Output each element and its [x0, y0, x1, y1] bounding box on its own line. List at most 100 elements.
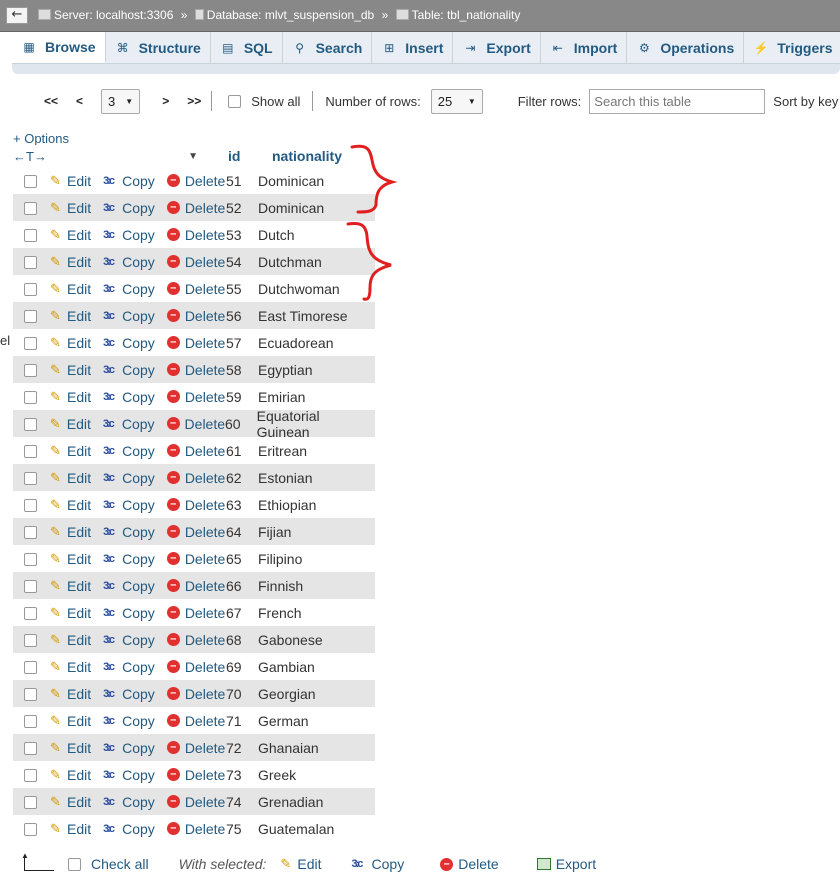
row-checkbox[interactable]: [24, 472, 37, 486]
edit-link[interactable]: Edit: [67, 335, 91, 351]
row-checkbox[interactable]: [24, 445, 37, 459]
copy-link[interactable]: Copy: [122, 362, 155, 378]
copy-link[interactable]: Copy: [122, 281, 155, 297]
bulk-edit-button[interactable]: Edit: [297, 856, 321, 872]
copy-link[interactable]: Copy: [122, 740, 155, 756]
delete-link[interactable]: Delete: [185, 497, 225, 513]
row-checkbox[interactable]: [24, 553, 37, 567]
delete-link[interactable]: Delete: [185, 551, 225, 567]
edit-link[interactable]: Edit: [67, 794, 91, 810]
copy-link[interactable]: Copy: [122, 470, 155, 486]
last-page-button[interactable]: >>: [187, 94, 201, 108]
edit-link[interactable]: Edit: [67, 632, 91, 648]
row-checkbox[interactable]: [24, 418, 37, 432]
edit-link[interactable]: Edit: [67, 821, 91, 837]
delete-link[interactable]: Delete: [185, 767, 225, 783]
next-page-button[interactable]: >: [162, 94, 169, 108]
copy-link[interactable]: Copy: [122, 821, 155, 837]
delete-link[interactable]: Delete: [185, 524, 225, 540]
edit-link[interactable]: Edit: [67, 254, 91, 270]
bulk-delete-button[interactable]: Delete: [458, 856, 498, 872]
delete-link[interactable]: Delete: [185, 254, 225, 270]
row-checkbox[interactable]: [24, 688, 37, 702]
copy-link[interactable]: Copy: [122, 173, 155, 189]
tab-operations[interactable]: ⚙ Operations: [627, 32, 745, 63]
edit-link[interactable]: Edit: [67, 659, 91, 675]
delete-link[interactable]: Delete: [185, 578, 225, 594]
chevron-down-icon[interactable]: ▼: [188, 151, 198, 162]
tab-search[interactable]: ⚲ Search: [283, 32, 373, 63]
edit-link[interactable]: Edit: [67, 740, 91, 756]
delete-link[interactable]: Delete: [185, 227, 225, 243]
edit-link[interactable]: Edit: [67, 308, 91, 324]
bulk-copy-button[interactable]: Copy: [372, 856, 405, 872]
copy-link[interactable]: Copy: [122, 308, 155, 324]
edit-link[interactable]: Edit: [67, 362, 91, 378]
row-checkbox[interactable]: [24, 769, 37, 783]
collapse-button[interactable]: ←: [6, 7, 28, 24]
copy-link[interactable]: Copy: [122, 443, 155, 459]
delete-link[interactable]: Delete: [185, 821, 225, 837]
row-checkbox[interactable]: [24, 310, 37, 324]
copy-link[interactable]: Copy: [122, 524, 155, 540]
check-all-checkbox[interactable]: [68, 857, 81, 871]
edit-link[interactable]: Edit: [67, 767, 91, 783]
delete-link[interactable]: Delete: [185, 173, 225, 189]
tab-browse[interactable]: ▦ Browse: [12, 32, 106, 63]
edit-link[interactable]: Edit: [67, 200, 91, 216]
row-checkbox[interactable]: [24, 607, 37, 621]
check-all-label[interactable]: Check all: [91, 856, 149, 872]
delete-link[interactable]: Delete: [185, 200, 225, 216]
delete-link[interactable]: Delete: [185, 794, 225, 810]
edit-link[interactable]: Edit: [67, 551, 91, 567]
delete-link[interactable]: Delete: [185, 713, 225, 729]
edit-link[interactable]: Edit: [67, 686, 91, 702]
edit-link[interactable]: Edit: [67, 497, 91, 513]
copy-link[interactable]: Copy: [122, 389, 155, 405]
show-all-checkbox[interactable]: [228, 94, 242, 108]
copy-link[interactable]: Copy: [122, 767, 155, 783]
delete-link[interactable]: Delete: [185, 362, 225, 378]
delete-link[interactable]: Delete: [185, 740, 225, 756]
delete-link[interactable]: Delete: [185, 659, 225, 675]
copy-link[interactable]: Copy: [122, 335, 155, 351]
edit-link[interactable]: Edit: [67, 227, 91, 243]
delete-link[interactable]: Delete: [185, 443, 225, 459]
bulk-export-button[interactable]: Export: [556, 856, 596, 872]
copy-link[interactable]: Copy: [122, 794, 155, 810]
delete-link[interactable]: Delete: [185, 281, 225, 297]
tab-import[interactable]: ⇤ Import: [541, 32, 628, 63]
row-checkbox[interactable]: [24, 391, 37, 405]
row-checkbox[interactable]: [24, 580, 37, 594]
tab-export[interactable]: ⇥ Export: [453, 32, 541, 63]
tab-insert[interactable]: ⊞ Insert: [372, 32, 454, 63]
page-select[interactable]: 3 ▼: [101, 88, 141, 114]
column-arrows-icon[interactable]: ←T→: [13, 149, 47, 164]
delete-link[interactable]: Delete: [185, 686, 225, 702]
tab-sql[interactable]: ▤ SQL: [211, 32, 283, 63]
row-checkbox[interactable]: [24, 634, 37, 648]
edit-link[interactable]: Edit: [67, 713, 91, 729]
breadcrumb-table[interactable]: Table: tbl_nationality: [412, 8, 521, 22]
row-checkbox[interactable]: [24, 715, 37, 729]
column-header-id[interactable]: id: [208, 148, 262, 164]
delete-link[interactable]: Delete: [185, 335, 225, 351]
edit-link[interactable]: Edit: [67, 416, 91, 432]
copy-link[interactable]: Copy: [122, 416, 155, 432]
edit-link[interactable]: Edit: [67, 470, 91, 486]
row-checkbox[interactable]: [24, 526, 37, 540]
first-page-button[interactable]: <<: [44, 94, 58, 108]
column-header-nationality[interactable]: nationality: [262, 148, 342, 164]
delete-link[interactable]: Delete: [185, 470, 225, 486]
edit-link[interactable]: Edit: [67, 281, 91, 297]
row-checkbox[interactable]: [24, 256, 37, 270]
edit-link[interactable]: Edit: [67, 443, 91, 459]
row-checkbox[interactable]: [24, 175, 37, 189]
delete-link[interactable]: Delete: [185, 308, 225, 324]
breadcrumb-database[interactable]: Database: mlvt_suspension_db: [207, 8, 374, 22]
copy-link[interactable]: Copy: [122, 200, 155, 216]
copy-link[interactable]: Copy: [122, 254, 155, 270]
copy-link[interactable]: Copy: [122, 713, 155, 729]
edit-link[interactable]: Edit: [67, 578, 91, 594]
edit-link[interactable]: Edit: [67, 524, 91, 540]
